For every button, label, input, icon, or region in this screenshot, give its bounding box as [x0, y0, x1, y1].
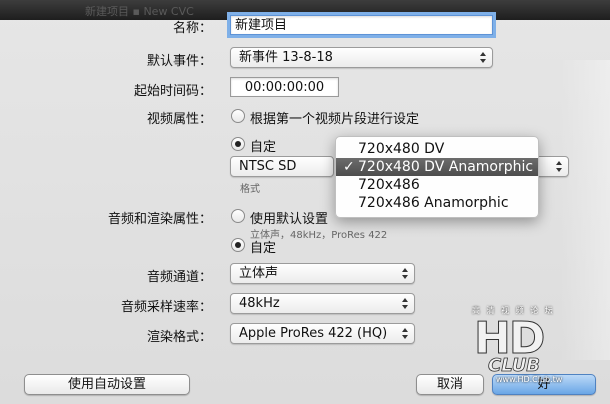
- audio-custom-radio[interactable]: [231, 238, 245, 252]
- name-label: 名称：: [172, 21, 212, 36]
- hdclub-watermark: 高 清 视 频 论 坛 HD CLUB www.HD.Club.tw: [470, 305, 610, 400]
- popup-arrows-icon: [402, 298, 408, 309]
- video-custom-label: 自定: [250, 140, 277, 155]
- menu-item-label: 720x486: [358, 177, 420, 193]
- use-auto-settings-button[interactable]: 使用自动设置: [24, 374, 190, 395]
- render-format-popup[interactable]: Apple ProRes 422 (HQ): [230, 323, 415, 344]
- watermark-club: CLUB: [488, 355, 541, 377]
- default-event-value: 新事件 13-8-18: [239, 50, 333, 65]
- menu-item-label: 720x480 DV: [358, 141, 445, 157]
- popup-arrows-icon: [402, 268, 408, 279]
- audio-channels-value: 立体声: [239, 266, 279, 281]
- render-format-label: 渲染格式：: [146, 330, 212, 345]
- resolution-menu[interactable]: 720x480 DV ✓ 720x480 DV Anamorphic 720x4…: [335, 136, 539, 218]
- audio-channels-popup[interactable]: 立体声: [230, 263, 415, 284]
- menu-item-720x486[interactable]: 720x486: [336, 176, 538, 194]
- project-name-field[interactable]: 新建项目: [230, 15, 493, 35]
- audio-default-radio[interactable]: [231, 209, 245, 223]
- video-format-sublabel: 格式: [240, 184, 260, 195]
- audio-custom-label: 自定: [250, 241, 277, 256]
- menu-item-label: 720x480 DV Anamorphic: [358, 159, 534, 175]
- render-format-value: Apple ProRes 422 (HQ): [239, 326, 388, 341]
- audio-rate-label: 音频采样速率：: [120, 300, 212, 315]
- video-format-popup[interactable]: NTSC SD: [230, 156, 334, 177]
- watermark-url: www.HD.Club.tw: [496, 375, 563, 384]
- menu-item-720x486-anamorphic[interactable]: 720x486 Anamorphic: [336, 194, 538, 212]
- audio-render-label: 音频和渲染属性：: [107, 212, 212, 227]
- checkmark-icon: ✓: [343, 159, 355, 175]
- audio-rate-popup[interactable]: 48kHz: [230, 293, 415, 314]
- video-format-value: NTSC SD: [239, 159, 297, 174]
- menu-item-720x480-dv-anamorphic[interactable]: ✓ 720x480 DV Anamorphic: [336, 158, 538, 176]
- start-timecode-field[interactable]: 00:00:00:00: [230, 77, 339, 97]
- audio-default-label: 使用默认设置: [250, 212, 329, 227]
- audio-channels-label: 音频通道：: [146, 270, 212, 285]
- popup-arrows-icon: [402, 328, 408, 339]
- video-properties-label: 视频属性：: [146, 112, 212, 127]
- menu-item-label: 720x486 Anamorphic: [358, 195, 509, 211]
- popup-arrows-icon: [556, 161, 562, 172]
- default-event-popup[interactable]: 新事件 13-8-18: [230, 47, 493, 68]
- menu-item-720x480-dv[interactable]: 720x480 DV: [336, 140, 538, 158]
- video-from-first-clip-radio[interactable]: [231, 109, 245, 123]
- audio-rate-value: 48kHz: [239, 296, 280, 311]
- video-custom-radio[interactable]: [231, 137, 245, 151]
- start-timecode-label: 起始时间码：: [133, 84, 212, 99]
- popup-arrows-icon: [480, 52, 486, 63]
- video-from-first-clip-label: 根据第一个视频片段进行设定: [250, 112, 420, 127]
- default-event-label: 默认事件：: [146, 54, 212, 69]
